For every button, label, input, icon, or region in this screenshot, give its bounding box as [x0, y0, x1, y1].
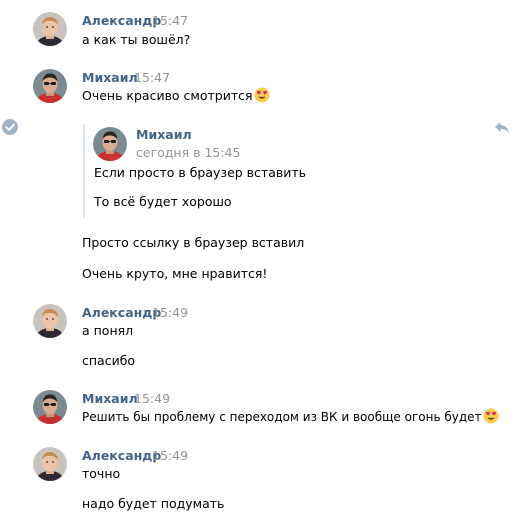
- message-text-content: Решить бы проблему с переходом из ВК и в…: [82, 410, 482, 424]
- avatar-aleksandr[interactable]: [33, 304, 67, 338]
- avatar-mikhail[interactable]: [33, 390, 67, 424]
- message-time: 15:49: [152, 305, 189, 320]
- forwarded-text: То всё будет хорошо: [94, 194, 232, 209]
- message-text: точно: [82, 466, 121, 481]
- avatar-aleksandr[interactable]: [33, 447, 67, 481]
- avatar-aleksandr[interactable]: [33, 12, 67, 46]
- message-time: 15:47: [152, 13, 189, 28]
- reply-arrow-icon[interactable]: [494, 120, 510, 134]
- message-author[interactable]: Михаил: [82, 70, 138, 86]
- message-text: Очень красиво смотрится: [82, 87, 270, 105]
- forwarded-text: Если просто в браузер вставить: [94, 165, 306, 180]
- message-text: Просто ссылку в браузер вставил: [82, 235, 305, 250]
- forwarded-quote-bar: [83, 124, 85, 218]
- message-text: спасибо: [82, 353, 136, 368]
- message-author[interactable]: Александр: [82, 13, 161, 29]
- avatar-mikhail-forwarded[interactable]: [93, 127, 127, 161]
- message-text: а как ты вошёл?: [82, 32, 191, 47]
- avatar-mikhail[interactable]: [33, 69, 67, 103]
- message-author[interactable]: Александр: [82, 448, 161, 464]
- message-text: а понял: [82, 323, 134, 338]
- message-text: надо будет подумать: [82, 496, 225, 511]
- check-circle-icon[interactable]: [1, 118, 19, 136]
- message-author[interactable]: Александр: [82, 305, 161, 321]
- message-time: 15:47: [134, 70, 171, 85]
- message-author[interactable]: Михаил: [82, 391, 138, 407]
- heart-eyes-emoji-icon: [483, 408, 499, 424]
- message-time: 15:49: [134, 391, 171, 406]
- message-text: Очень круто, мне нравится!: [82, 266, 268, 281]
- forwarded-time: сегодня в 15:45: [136, 145, 241, 160]
- forwarded-author[interactable]: Михаил: [136, 127, 192, 143]
- heart-eyes-emoji-icon: [254, 87, 270, 103]
- message-time: 15:49: [152, 448, 189, 463]
- message-text-content: Очень красиво смотрится: [82, 88, 253, 103]
- message-text: Решить бы проблему с переходом из ВК и в…: [82, 408, 499, 426]
